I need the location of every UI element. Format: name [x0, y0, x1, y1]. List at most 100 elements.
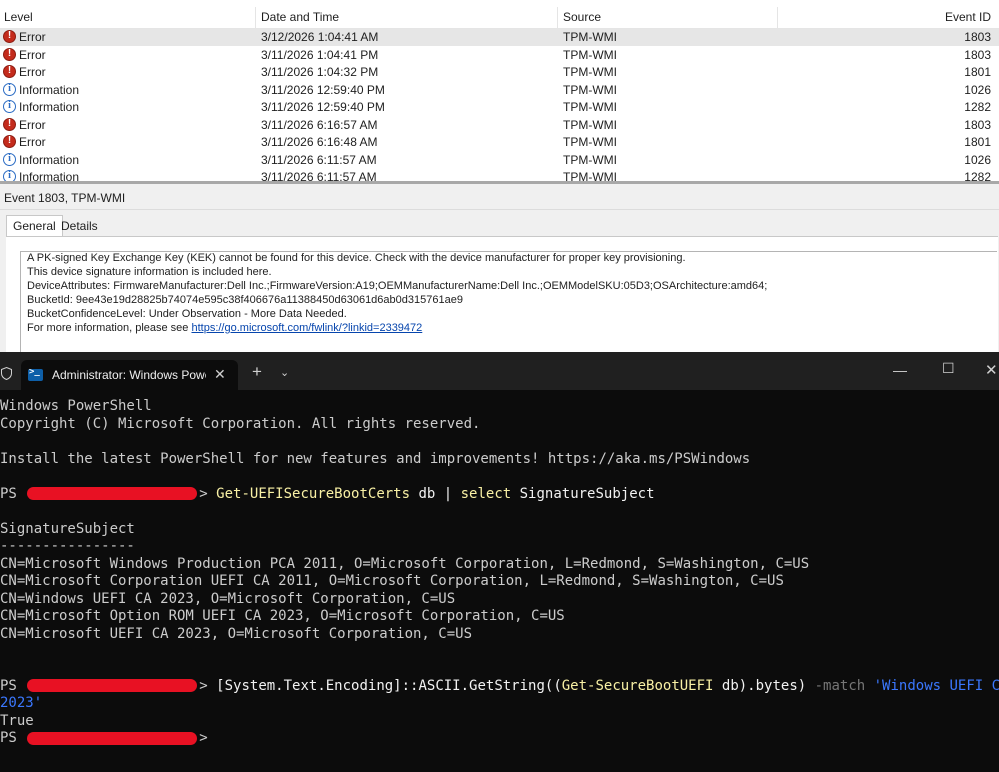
event-viewer: Level Date and Time Source Event ID Erro… — [0, 0, 999, 352]
chevron-down-icon[interactable]: ⌄ — [280, 366, 289, 379]
table-row[interactable]: Information 3/11/2026 12:59:40 PM TPM-WM… — [0, 99, 999, 116]
output-line: CN=Windows UEFI CA 2023, O=Microsoft Cor… — [0, 590, 456, 607]
row-source: TPM-WMI — [563, 152, 617, 167]
description-line: A PK-signed Key Exchange Key (KEK) canno… — [27, 252, 686, 264]
arg-text: db).bytes) — [713, 677, 815, 694]
info-icon — [3, 170, 16, 181]
row-level: Error — [19, 135, 46, 149]
table-row[interactable]: Information 3/11/2026 6:11:57 AM TPM-WMI… — [0, 152, 999, 169]
row-level: Information — [19, 152, 80, 167]
output-rule: ---------------- — [0, 538, 135, 554]
row-source: TPM-WMI — [563, 117, 617, 132]
info-icon — [3, 100, 16, 113]
table-row[interactable]: Information 3/11/2026 6:11:57 AM TPM-WMI… — [0, 169, 999, 181]
prompt-symbol: > — [199, 677, 208, 694]
output-header: SignatureSubject — [0, 520, 135, 537]
tab-powershell[interactable]: Administrator: Windows Powe ✕ — [21, 360, 238, 390]
error-icon — [3, 47, 16, 61]
row-source: TPM-WMI — [563, 135, 617, 149]
cmdlet-text: Get-UEFISecureBootCerts — [216, 485, 411, 502]
row-level: Error — [19, 30, 46, 44]
row-date: 3/11/2026 1:04:41 PM — [261, 47, 379, 62]
minimize-button[interactable]: — — [893, 362, 907, 378]
error-icon — [3, 30, 16, 43]
more-info-text: For more information, please see — [27, 322, 192, 334]
tab-details[interactable]: Details — [55, 216, 104, 236]
row-level: Error — [19, 65, 46, 79]
maximize-button[interactable]: ☐ — [942, 360, 955, 377]
row-event-id: 1801 — [964, 65, 991, 79]
output-line: CN=Microsoft UEFI CA 2023, O=Microsoft C… — [0, 625, 473, 642]
column-divider[interactable] — [255, 7, 256, 28]
powershell-icon — [28, 367, 43, 381]
event-detail-pane: Event 1803, TPM-WMI General Details A PK… — [0, 184, 999, 352]
prompt-text: PS — [0, 730, 26, 746]
row-level: Error — [19, 117, 46, 132]
column-divider[interactable] — [557, 7, 558, 28]
command-line-2: PS > [System.Text.Encoding]::ASCII.GetSt… — [0, 678, 999, 696]
string-text: 'Windows UEFI CA — [865, 677, 999, 694]
column-header-date[interactable]: Date and Time — [261, 7, 339, 28]
error-icon — [3, 135, 16, 148]
row-date: 3/11/2026 12:59:40 PM — [261, 100, 385, 114]
output-line: CN=Microsoft Corporation UEFI CA 2011, O… — [0, 573, 784, 589]
table-row[interactable]: Error 3/11/2026 6:16:48 AM TPM-WMI 1801 — [0, 134, 999, 151]
close-tab-icon[interactable]: ✕ — [214, 366, 226, 383]
command-line-1: PS > Get-UEFISecureBootCerts db | select… — [0, 486, 655, 504]
prompt-symbol: > — [199, 730, 208, 746]
output-line: CN=Microsoft Option ROM UEFI CA 2023, O=… — [0, 608, 565, 624]
row-event-id: 1803 — [964, 30, 991, 44]
table-row[interactable]: Information 3/11/2026 12:59:40 PM TPM-WM… — [0, 82, 999, 99]
row-level: Error — [19, 47, 46, 62]
table-row[interactable]: Error 3/11/2026 1:04:41 PM TPM-WMI 1803 — [0, 47, 999, 64]
arg-text: SignatureSubject — [511, 485, 655, 502]
select-text: select — [460, 485, 512, 502]
row-source: TPM-WMI — [563, 47, 617, 62]
type-accessor-text: [System.Text.Encoding]::ASCII.GetString(… — [216, 677, 562, 694]
row-date: 3/11/2026 6:11:57 AM — [261, 170, 377, 181]
column-header-level[interactable]: Level — [4, 7, 33, 28]
banner-line: Windows PowerShell — [0, 398, 152, 414]
event-detail-title: Event 1803, TPM-WMI — [4, 191, 126, 205]
operator-text: -match — [814, 677, 866, 694]
row-event-id: 1282 — [964, 170, 991, 181]
prompt-text: PS — [0, 485, 26, 502]
redaction-mark — [27, 679, 198, 692]
error-icon — [3, 65, 16, 78]
row-level: Information — [19, 100, 80, 114]
column-header-event-id[interactable]: Event ID — [945, 7, 991, 28]
row-date: 3/12/2026 1:04:41 AM — [261, 30, 379, 44]
table-row[interactable]: Error 3/11/2026 1:04:32 PM TPM-WMI 1801 — [0, 64, 999, 81]
description-line: BucketId: 9ee43e19d28825b74074e595c38f40… — [27, 294, 463, 306]
string-continuation: 2023' — [0, 695, 43, 711]
row-event-id: 1801 — [964, 135, 991, 149]
title-bar[interactable]: Administrator: Windows Powe ✕ + ⌄ — ☐ ✕ — [0, 352, 999, 390]
divider — [0, 209, 999, 210]
row-source: TPM-WMI — [563, 170, 617, 181]
more-info-link[interactable]: https://go.microsoft.com/fwlink/?linkid=… — [191, 322, 422, 334]
table-row[interactable]: Error 3/12/2026 1:04:41 AM TPM-WMI 1803 — [0, 29, 999, 46]
info-icon — [3, 82, 16, 96]
row-event-id: 1803 — [964, 117, 991, 132]
general-tab-panel: A PK-signed Key Exchange Key (KEK) canno… — [6, 236, 998, 352]
install-hint-line: Install the latest PowerShell for new fe… — [0, 450, 751, 467]
row-source: TPM-WMI — [563, 100, 617, 114]
row-event-id: 1282 — [964, 100, 991, 114]
banner-line: Copyright (C) Microsoft Corporation. All… — [0, 415, 481, 432]
close-window-button[interactable]: ✕ — [985, 361, 998, 379]
redaction-mark — [27, 487, 198, 500]
info-icon — [3, 152, 16, 166]
column-header-source[interactable]: Source — [563, 7, 601, 28]
table-header: Level Date and Time Source Event ID — [0, 7, 999, 29]
column-divider[interactable] — [777, 7, 778, 28]
prompt-line[interactable]: PS > — [0, 730, 208, 748]
event-description-box[interactable]: A PK-signed Key Exchange Key (KEK) canno… — [20, 251, 997, 352]
row-event-id: 1803 — [964, 47, 991, 62]
event-table: Level Date and Time Source Event ID Erro… — [0, 7, 999, 181]
new-tab-button[interactable]: + — [252, 363, 262, 380]
row-source: TPM-WMI — [563, 65, 617, 79]
row-date: 3/11/2026 6:16:48 AM — [261, 135, 378, 149]
shield-icon — [1, 367, 12, 380]
redaction-mark — [27, 731, 198, 745]
table-row[interactable]: Error 3/11/2026 6:16:57 AM TPM-WMI 1803 — [0, 117, 999, 134]
